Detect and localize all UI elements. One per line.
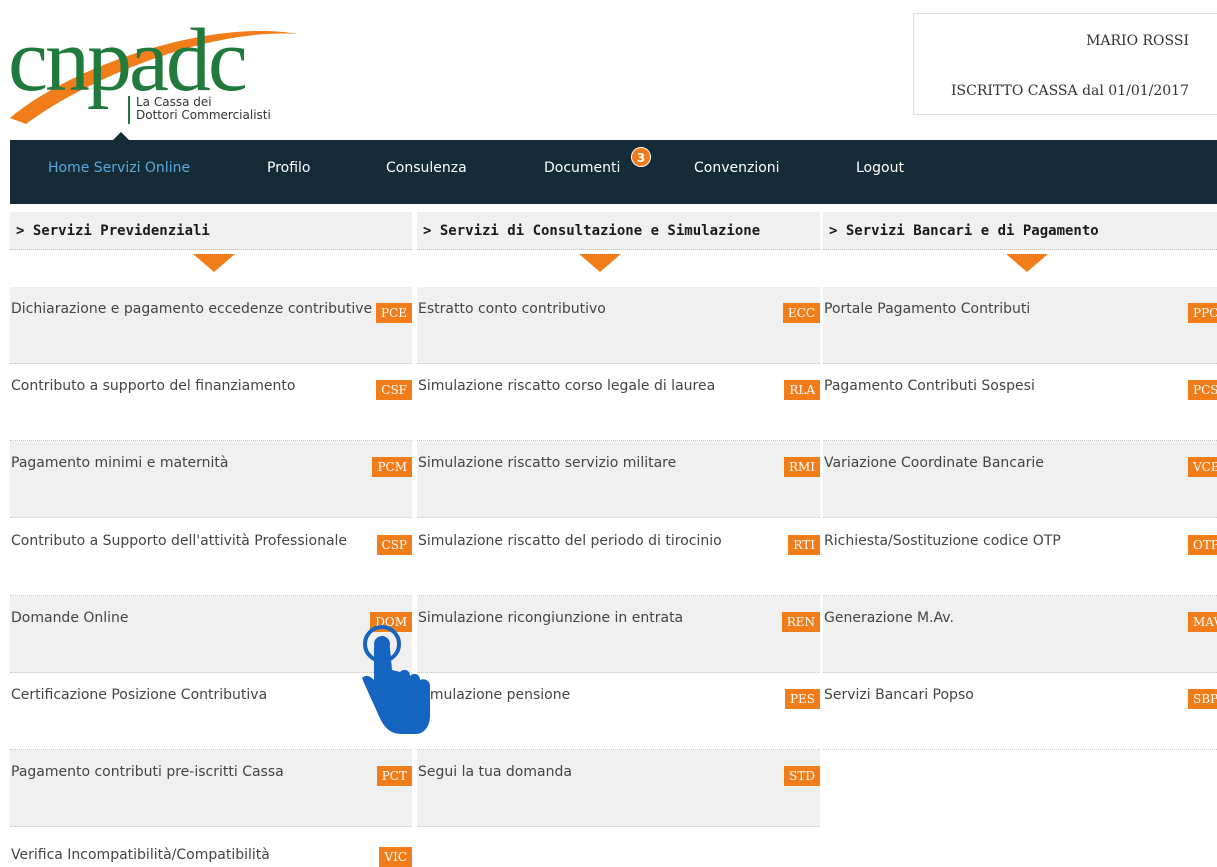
service-row-dom[interactable]: Domande Online DOM: [10, 596, 412, 673]
user-name: MARIO ROSSI: [1086, 33, 1189, 49]
cnpadc-logo[interactable]: cnpadc La Cassa dei Dottori Commercialis…: [8, 8, 308, 132]
service-label: Pagamento contributi pre-iscritti Cassa: [11, 764, 284, 780]
service-row-sbp[interactable]: Servizi Bancari Popso SBP: [823, 673, 1217, 750]
section-header-bancari: > Servizi Bancari e di Pagamento: [823, 212, 1217, 250]
service-label: Verifica Incompatibilità/Compatibilità: [11, 847, 270, 863]
arrow-down-icon: [1006, 254, 1048, 272]
nav-profilo[interactable]: Profilo: [267, 160, 310, 176]
nav-home-servizi-online[interactable]: Home Servizi Online: [48, 160, 190, 176]
service-code-badge: REN: [781, 612, 820, 632]
service-code-badge: ECC: [782, 303, 820, 323]
service-row-vcb[interactable]: Variazione Coordinate Bancarie VCB: [823, 441, 1217, 518]
nav-convenzioni[interactable]: Convenzioni: [694, 160, 780, 176]
service-row-otp[interactable]: Richiesta/Sostituzione codice OTP OTP: [823, 519, 1217, 596]
logo-tagline-line2: Dottori Commercialisti: [136, 108, 271, 122]
service-label: Simulazione ricongiunzione in entrata: [418, 610, 684, 626]
service-code-badge: PPC: [1188, 303, 1217, 323]
service-row-csf[interactable]: Contributo a supporto del finanziamento …: [10, 364, 412, 441]
arrow-down-icon: [193, 254, 235, 272]
service-label: Dichiarazione e pagamento eccedenze cont…: [11, 301, 373, 317]
service-label: Domande Online: [11, 610, 129, 626]
service-label: Estratto conto contributivo: [418, 301, 606, 317]
service-code-badge: PCM: [372, 457, 412, 477]
service-code-badge: VCB: [1188, 457, 1217, 477]
service-code-badge: VIC: [379, 847, 412, 867]
service-label: Richiesta/Sostituzione codice OTP: [824, 533, 1061, 549]
service-code-badge: PES: [784, 689, 820, 709]
service-label: Pagamento Contributi Sospesi: [824, 378, 1035, 394]
service-code-badge: RTI: [788, 535, 820, 555]
service-row-csp[interactable]: Contributo a Supporto dell'attività Prof…: [10, 519, 412, 596]
logo-tagline: La Cassa dei Dottori Commercialisti: [128, 96, 271, 124]
service-code-badge: MAV: [1188, 612, 1217, 632]
documents-count-badge: 3: [631, 147, 651, 167]
service-code-badge: CSF: [376, 380, 412, 400]
user-registration-date: ISCRITTO CASSA dal 01/01/2017: [950, 83, 1189, 99]
service-row-mav[interactable]: Generazione M.Av. MAV: [823, 596, 1217, 673]
service-code-badge: CSP: [376, 535, 412, 555]
service-row-rla[interactable]: Simulazione riscatto corso legale di lau…: [417, 364, 820, 441]
section-header-consultazione: > Servizi di Consultazione e Simulazione: [417, 212, 820, 250]
main-nav: Home Servizi Online Profilo Consulenza D…: [10, 140, 1217, 204]
service-row-ecc[interactable]: Estratto conto contributivo ECC: [417, 287, 820, 364]
user-info-box: MARIO ROSSI ISCRITTO CASSA dal 01/01/201…: [913, 13, 1217, 115]
arrow-down-icon: [579, 254, 621, 272]
service-label: Variazione Coordinate Bancarie: [824, 455, 1044, 471]
service-code-badge: STD: [784, 766, 820, 786]
service-row-pcm[interactable]: Pagamento minimi e maternità PCM: [10, 441, 412, 518]
service-label: Simulazione riscatto corso legale di lau…: [418, 378, 716, 394]
service-code-badge: PCE: [375, 303, 412, 323]
service-label: Pagamento minimi e maternità: [11, 455, 229, 471]
service-label: imulazione pensione: [426, 687, 571, 703]
service-row-pcs[interactable]: Pagamento Contributi Sospesi PCS: [823, 364, 1217, 441]
service-row-pct[interactable]: Pagamento contributi pre-iscritti Cassa …: [10, 750, 412, 827]
service-code-badge: OTP: [1188, 535, 1217, 555]
service-label: Servizi Bancari Popso: [824, 687, 974, 703]
service-row-pce[interactable]: Dichiarazione e pagamento eccedenze cont…: [10, 287, 412, 364]
service-row-rmi[interactable]: Simulazione riscatto servizio militare R…: [417, 441, 820, 518]
logo-wordmark: cnpadc: [8, 11, 248, 110]
nav-documenti[interactable]: Documenti: [544, 160, 620, 176]
service-code-badge: SBP: [1188, 689, 1217, 709]
service-label: Simulazione riscatto servizio militare: [418, 455, 677, 471]
service-label: Generazione M.Av.: [824, 610, 954, 626]
service-label: Contributo a Supporto dell'attività Prof…: [11, 533, 348, 549]
service-row-std[interactable]: Segui la tua domanda STD: [417, 750, 820, 827]
service-label: Portale Pagamento Contributi: [824, 301, 1031, 317]
service-code-badge: PCT: [376, 766, 412, 786]
service-label: Simulazione riscatto del periodo di tiro…: [418, 533, 722, 549]
service-row-vic[interactable]: Verifica Incompatibilità/Compatibilità V…: [10, 827, 412, 867]
service-code-badge: PCS: [1188, 380, 1217, 400]
section-header-previdenziali: > Servizi Previdenziali: [10, 212, 412, 250]
service-row-ppc[interactable]: Portale Pagamento Contributi PPC: [823, 287, 1217, 364]
service-label: Segui la tua domanda: [418, 764, 572, 780]
service-code-badge: RMI: [783, 457, 820, 477]
service-row-certificazione[interactable]: Certificazione Posizione Contributiva: [10, 673, 412, 750]
hand-pointer-icon: [362, 625, 430, 734]
service-label: Contributo a supporto del finanziamento: [11, 378, 296, 394]
service-label: Certificazione Posizione Contributiva: [11, 687, 268, 703]
service-row-pes[interactable]: imulazione pensione PES: [417, 673, 820, 750]
service-row-rti[interactable]: Simulazione riscatto del periodo di tiro…: [417, 519, 820, 596]
nav-consulenza[interactable]: Consulenza: [386, 160, 467, 176]
service-row-ren[interactable]: Simulazione ricongiunzione in entrata RE…: [417, 596, 820, 673]
service-code-badge: RLA: [784, 380, 820, 400]
nav-logout[interactable]: Logout: [856, 160, 904, 176]
